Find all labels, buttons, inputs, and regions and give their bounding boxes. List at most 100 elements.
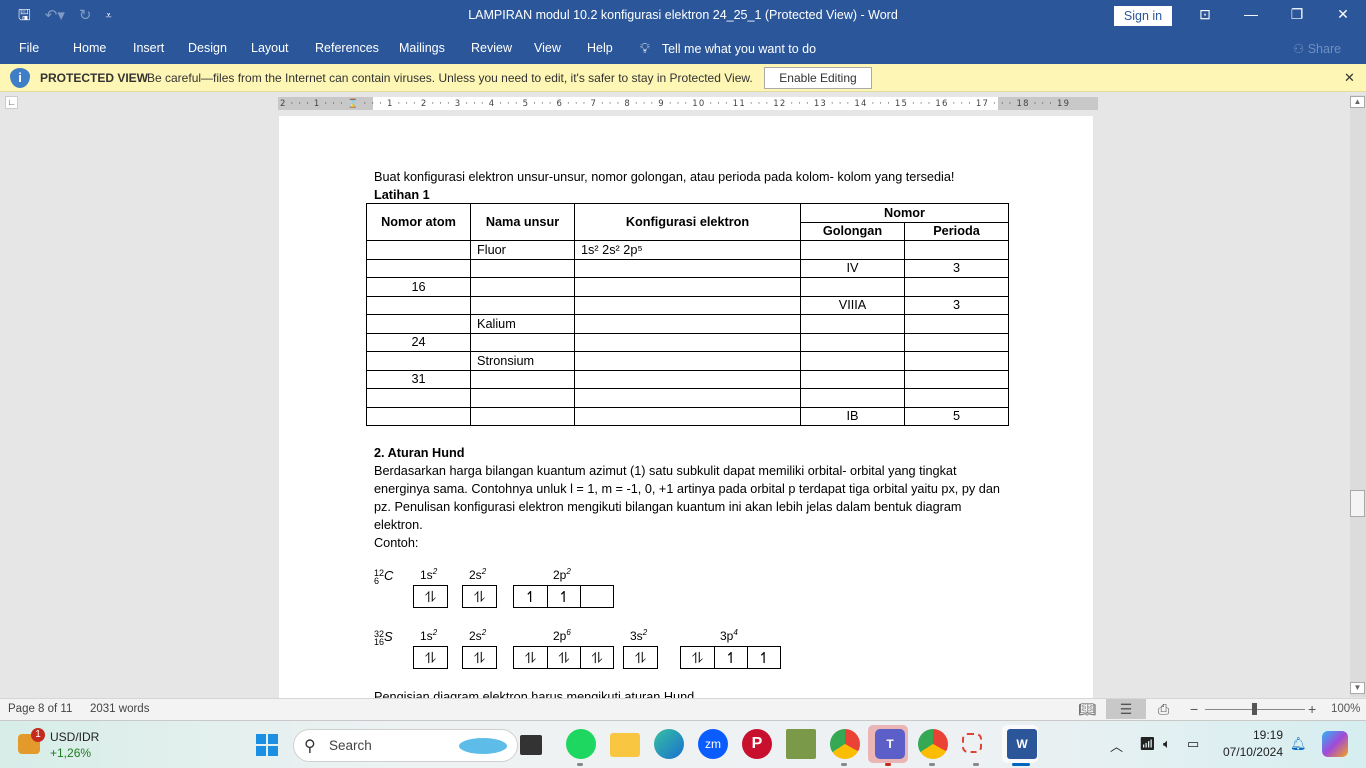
spotify-icon[interactable]	[566, 729, 596, 759]
cell-konfigurasi: 1s² 2s² 2p⁵	[574, 240, 801, 260]
cell-nama-unsur: Fluor	[470, 240, 575, 260]
tab-review[interactable]: Review	[471, 41, 512, 55]
battery-icon[interactable]: ▭	[1187, 736, 1199, 752]
orbital-box: ⥮	[635, 649, 646, 667]
volume-icon[interactable]: 🔈︎	[1163, 736, 1171, 752]
instruction: Buat konfigurasi elektron unsur-unsur, n…	[374, 170, 955, 184]
nuclide-symbol: 32 16 S	[374, 629, 393, 646]
header-konfigurasi: Konfigurasi elektron	[574, 203, 801, 241]
subshell-electrons: 2	[481, 628, 487, 637]
subshell-label: 2s2	[469, 628, 486, 643]
clock-date[interactable]: 07/10/2024	[1200, 745, 1283, 759]
table-row: IB 5	[366, 406, 1009, 426]
share-button[interactable]: ⚇ Share	[1293, 41, 1341, 56]
read-mode-icon[interactable]: 📖︎	[1078, 701, 1096, 718]
show-hidden-icons-chevron[interactable]: ︿	[1110, 736, 1123, 755]
tab-home[interactable]: Home	[73, 41, 106, 55]
task-view-icon[interactable]	[520, 735, 542, 755]
cell-nama-unsur	[470, 258, 575, 278]
tab-references[interactable]: References	[315, 41, 379, 55]
orbital-box: ↿	[714, 647, 747, 668]
cell-nama-unsur	[470, 277, 575, 297]
notification-bell-icon[interactable]: 🔔︎	[1290, 736, 1307, 752]
orbital-box: ⥮	[547, 647, 580, 668]
tab-layout[interactable]: Layout	[251, 41, 289, 55]
orbital-box-group: ⥮	[413, 646, 448, 669]
zoom-app-icon[interactable]: zm	[698, 729, 728, 759]
zoom-level[interactable]: 100%	[1331, 703, 1360, 715]
web-layout-icon[interactable]: ⎙	[1158, 701, 1169, 718]
orbital-box: ⥮	[425, 649, 436, 667]
table-row: 16	[366, 277, 1009, 297]
table-row: Fluor 1s² 2s² 2p⁵	[366, 240, 1009, 260]
document-page[interactable]: Buat konfigurasi elektron unsur-unsur, n…	[279, 116, 1093, 698]
start-button[interactable]	[256, 734, 278, 756]
cell-golongan	[800, 369, 905, 389]
section-aturan-hund: 2. Aturan Hund Berdasarkan harga bilanga…	[374, 444, 1004, 552]
chrome-d-indicator	[929, 763, 935, 766]
page-count[interactable]: Page 8 of 11	[8, 703, 72, 715]
file-explorer-icon[interactable]	[610, 733, 640, 757]
protected-view-title: PROTECTED VIEW	[40, 71, 149, 85]
chrome-profile-d-icon[interactable]	[918, 729, 948, 759]
cell-nomor-atom: 16	[366, 277, 471, 297]
table-row: Kalium	[366, 314, 1009, 334]
vertical-scrollbar[interactable]: ▲ ▼	[1350, 95, 1366, 697]
clock-time[interactable]: 19:19	[1228, 728, 1283, 742]
zoom-in-button[interactable]: +	[1308, 701, 1316, 717]
cell-nama-unsur: Stronsium	[470, 351, 575, 371]
orbital-box: ⥮	[525, 649, 536, 667]
search-icon: ⚲	[304, 738, 316, 755]
minimize-button[interactable]: —	[1236, 6, 1266, 22]
sign-in-button[interactable]: Sign in	[1114, 6, 1172, 26]
taskbar-search[interactable]: ⚲ Search	[293, 729, 518, 762]
scroll-up-icon[interactable]: ▲	[1350, 96, 1365, 108]
tab-insert[interactable]: Insert	[133, 41, 164, 55]
ruler-row: ∟ 2 · · · 1 · · · ⌛ · · · 1 · · · 2 · · …	[0, 92, 1366, 114]
cell-konfigurasi	[574, 388, 801, 408]
orbital-box-group: ⥮	[462, 646, 497, 669]
shield-info-icon: i	[10, 68, 30, 88]
tab-view[interactable]: View	[534, 41, 561, 55]
horizontal-ruler[interactable]: 2 · · · 1 · · · ⌛ · · · 1 · · · 2 · · · …	[278, 97, 1098, 110]
restore-button[interactable]: ❐	[1282, 6, 1312, 23]
enable-editing-button[interactable]: Enable Editing	[764, 67, 872, 89]
instruction-text: Buat konfigurasi elektron unsur-unsur, n…	[374, 168, 1014, 204]
element-symbol: C	[384, 568, 394, 583]
chrome-profile-y-icon[interactable]	[830, 729, 860, 759]
tell-me-text: Tell me what you want to do	[661, 41, 817, 56]
scrollbar-thumb[interactable]	[1350, 490, 1365, 517]
cell-golongan	[800, 388, 905, 408]
mahjong-icon[interactable]	[786, 729, 816, 759]
close-protected-view-icon[interactable]: ✕	[1344, 70, 1355, 86]
copilot-icon[interactable]	[1322, 731, 1348, 757]
ribbon-display-options-icon[interactable]: ⊡	[1190, 6, 1220, 23]
scroll-down-icon[interactable]: ▼	[1350, 682, 1365, 694]
person-add-icon: ⚇	[1293, 42, 1305, 56]
close-button[interactable]: ✕	[1328, 6, 1358, 23]
word-count[interactable]: 2031 words	[90, 703, 149, 715]
cell-nama-unsur	[470, 295, 575, 315]
subshell-name: 2s	[469, 629, 482, 643]
tab-help[interactable]: Help	[587, 41, 613, 55]
print-layout-icon[interactable]: ☰	[1106, 699, 1146, 719]
header-nomor-atom: Nomor atom	[366, 203, 471, 241]
ribbon-tabs: File Home Insert Design Layout Reference…	[0, 32, 1366, 64]
zoom-slider-thumb[interactable]	[1252, 703, 1257, 715]
cell-konfigurasi	[574, 369, 801, 389]
teams-icon[interactable]: T	[875, 729, 905, 759]
cell-konfigurasi	[574, 258, 801, 278]
header-nomor: Nomor	[800, 203, 1009, 223]
edge-icon[interactable]	[654, 729, 684, 759]
snipping-tool-icon[interactable]	[962, 733, 982, 753]
tell-me-box[interactable]: 💡︎ Tell me what you want to do	[640, 40, 816, 57]
tab-design[interactable]: Design	[188, 41, 227, 55]
word-icon[interactable]: W	[1007, 729, 1037, 759]
tab-selector-icon[interactable]: ∟	[5, 96, 18, 109]
tab-file[interactable]: File	[19, 41, 39, 55]
pinterest-icon[interactable]: P	[742, 729, 772, 759]
cell-konfigurasi	[574, 406, 801, 426]
zoom-out-button[interactable]: −	[1190, 701, 1198, 717]
wifi-icon[interactable]: 📶︎	[1139, 736, 1156, 752]
tab-mailings[interactable]: Mailings	[399, 41, 445, 55]
